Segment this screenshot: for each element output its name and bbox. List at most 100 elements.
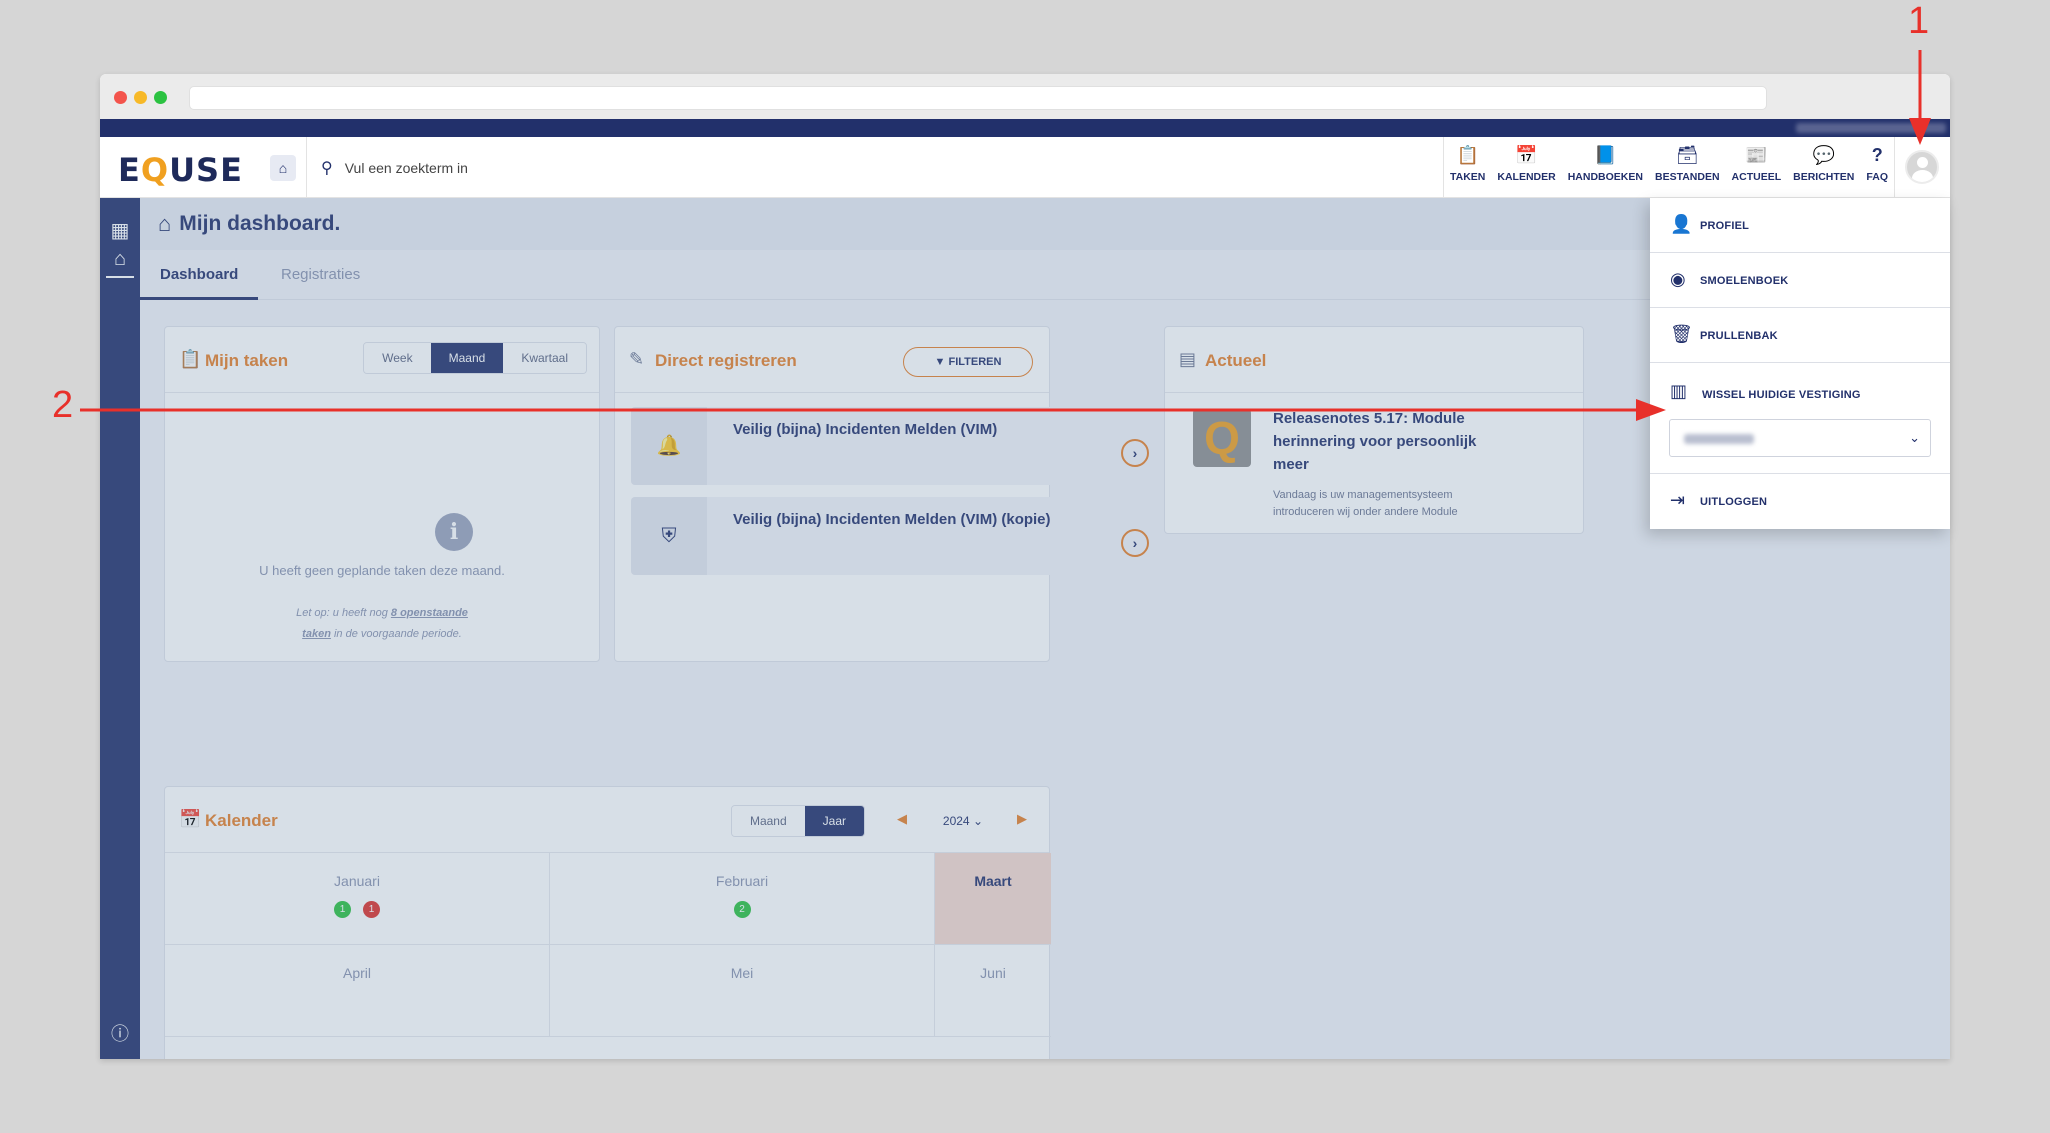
filter-icon: ▼ — [934, 356, 949, 368]
question-icon: ? — [1871, 145, 1883, 165]
newspaper-icon: ▤ — [1179, 349, 1197, 369]
register-item-label: Veilig (bijna) Incidenten Melden (VIM) (… — [733, 511, 1051, 528]
apps-grid-icon[interactable]: ▦ — [100, 218, 140, 243]
clipboard-icon: 📋 — [1456, 145, 1479, 165]
view-jaar[interactable]: Jaar — [804, 806, 864, 836]
period-week[interactable]: Week — [364, 343, 431, 373]
nav-faq[interactable]: ? FAQ — [1860, 137, 1894, 198]
close-window-button[interactable] — [114, 91, 127, 104]
task-count-badge: 2 — [733, 901, 751, 918]
period-maand[interactable]: Maand — [430, 343, 504, 373]
vestiging-select[interactable]: ⌄ — [1669, 419, 1931, 457]
menu-item-smoelenboek[interactable]: ◉ SMOELENBOEK — [1650, 253, 1950, 308]
home-icon: ⌂ — [278, 160, 288, 176]
address-bar[interactable] — [189, 86, 1767, 110]
blurred-user-name — [1796, 123, 1946, 133]
nav-taken[interactable]: 📋 TAKEN — [1444, 137, 1491, 198]
month-cell-mei[interactable]: Mei — [550, 945, 935, 1037]
annotation-number-1: 1 — [1908, 0, 1930, 42]
calendar-card: 📅 Kalender Maand Jaar ◀ 2024 ⌄ ▶ Januari… — [164, 786, 1051, 1059]
home-icon: ⌂ — [158, 211, 172, 236]
user-dropdown-menu: 👤 PROFIEL ◉ SMOELENBOEK 🗑 PRULLENBAK ▥ W… — [1650, 198, 1950, 529]
nav-actueel[interactable]: 📰 ACTUEEL — [1726, 137, 1788, 198]
register-card-header: ✎ Direct registreren ▼ FILTEREN — [615, 327, 1049, 393]
building-icon: ▥ — [1670, 381, 1688, 401]
calendar-icon: 📅 — [1515, 145, 1538, 165]
active-indicator — [106, 276, 134, 278]
calendar-icon: 📅 — [179, 809, 202, 829]
vestiging-selected-value — [1684, 434, 1754, 444]
maximize-window-button[interactable] — [154, 91, 167, 104]
tasks-title: Mijn taken — [205, 351, 289, 370]
search-input[interactable]: Vul een zoekterm in — [345, 160, 468, 176]
month-cell-februari[interactable]: Februari 2 — [550, 853, 935, 945]
clipboard-icon: 📋 — [179, 349, 202, 369]
nav-handboeken[interactable]: 📘 HANDBOEKEN — [1562, 137, 1649, 198]
month-cell-januari[interactable]: Januari 1 1 — [165, 853, 550, 945]
tasks-card: 📋 Mijn taken Week Maand Kwartaal i U hee… — [164, 326, 600, 662]
browser-chrome — [100, 74, 1950, 119]
empty-tasks-message: U heeft geen geplande taken deze maand. — [259, 563, 505, 578]
previous-year-button[interactable]: ◀ — [897, 811, 907, 827]
news-title: Actueel — [1205, 351, 1267, 370]
register-item[interactable]: 🔔 Veilig (bijna) Incidenten Melden (VIM)… — [631, 407, 1161, 485]
news-thumbnail[interactable]: Q — [1193, 409, 1251, 467]
home-icon[interactable]: ⌂ — [100, 248, 140, 271]
chat-icon: 💬 — [1812, 145, 1835, 165]
bell-icon: 🔔 — [631, 407, 707, 485]
news-item-title[interactable]: Releasenotes 5.17: Module herinnering vo… — [1273, 407, 1503, 476]
register-card: ✎ Direct registreren ▼ FILTEREN 🔔 Veilig… — [614, 326, 1161, 662]
user-menu-toggle[interactable] — [1894, 137, 1950, 198]
search-icon: ⚲ — [321, 159, 333, 177]
equse-logo[interactable]: EQUSE — [118, 151, 243, 189]
tab-dashboard[interactable]: Dashboard — [140, 266, 259, 300]
chevron-down-icon: ⌄ — [1909, 430, 1920, 445]
overdue-count-badge: 1 — [363, 901, 380, 918]
register-item-label: Veilig (bijna) Incidenten Melden (VIM) — [733, 421, 998, 438]
newspaper-icon: 📰 — [1745, 145, 1768, 165]
logout-icon: ⇥ — [1670, 490, 1686, 510]
menu-item-profiel[interactable]: 👤 PROFIEL — [1650, 198, 1950, 253]
calendar-title: Kalender — [205, 811, 278, 830]
period-kwartaal[interactable]: Kwartaal — [503, 343, 586, 373]
calendar-view-switch: Maand Jaar — [730, 805, 865, 837]
minimize-window-button[interactable] — [134, 91, 147, 104]
archive-icon: 🗃 — [1675, 145, 1699, 165]
tab-registraties[interactable]: Registraties — [281, 266, 360, 283]
nav-berichten[interactable]: 💬 BERICHTEN — [1787, 137, 1860, 198]
menu-item-prullenbak[interactable]: 🗑 PRULLENBAK — [1650, 308, 1950, 363]
chevron-right-icon[interactable]: › — [1121, 439, 1149, 467]
edit-icon: ✎ — [629, 349, 645, 369]
help-icon[interactable]: ⓘ — [100, 1020, 140, 1046]
period-switch: Week Maand Kwartaal — [363, 342, 587, 374]
nav-bestanden[interactable]: 🗃 BESTANDEN — [1649, 137, 1726, 198]
filter-button[interactable]: ▼ FILTEREN — [903, 347, 1033, 377]
news-card-header: ▤ Actueel — [1165, 327, 1583, 393]
month-cell-juni[interactable]: Juni — [935, 945, 1051, 1037]
shield-icon: ⛨ — [631, 497, 707, 575]
register-item[interactable]: ⛨ Veilig (bijna) Incidenten Melden (VIM)… — [631, 497, 1161, 575]
info-icon: i — [435, 513, 473, 551]
user-icon: 👤 — [1670, 214, 1693, 234]
next-year-button[interactable]: ▶ — [1017, 811, 1027, 827]
app-header: EQUSE ⌂ ⚲ Vul een zoekterm in 📋 TAKEN 📅 KA… — [100, 137, 1950, 198]
home-button[interactable]: ⌂ — [270, 155, 296, 181]
news-item-summary: Vandaag is uw managementsysteem introduc… — [1273, 489, 1458, 518]
calendar-card-header: 📅 Kalender Maand Jaar ◀ 2024 ⌄ ▶ — [165, 787, 1049, 853]
top-nav: 📋 TAKEN 📅 KALENDER 📘 HANDBOEKEN 🗃 BESTANDEN … — [1442, 137, 1894, 198]
nav-kalender[interactable]: 📅 KALENDER — [1491, 137, 1561, 198]
left-sidebar: ▦ ⌂ ⓘ — [100, 198, 140, 1059]
chevron-right-icon[interactable]: › — [1121, 529, 1149, 557]
register-title: Direct registreren — [655, 351, 797, 370]
book-icon: 📘 — [1594, 145, 1617, 165]
year-select[interactable]: 2024 ⌄ — [943, 814, 983, 828]
month-cell-maart[interactable]: Maart — [935, 853, 1051, 945]
month-cell-april[interactable]: April — [165, 945, 550, 1037]
search-bar[interactable]: ⚲ Vul een zoekterm in — [306, 137, 468, 198]
menu-item-uitloggen[interactable]: ⇥ UITLOGGEN — [1650, 474, 1950, 529]
page-title: Mijn dashboard. — [179, 212, 341, 235]
avatar[interactable] — [1905, 150, 1939, 184]
annotation-number-2: 2 — [52, 384, 74, 426]
view-maand[interactable]: Maand — [731, 806, 805, 836]
trash-icon: 🗑 — [1670, 324, 1693, 344]
